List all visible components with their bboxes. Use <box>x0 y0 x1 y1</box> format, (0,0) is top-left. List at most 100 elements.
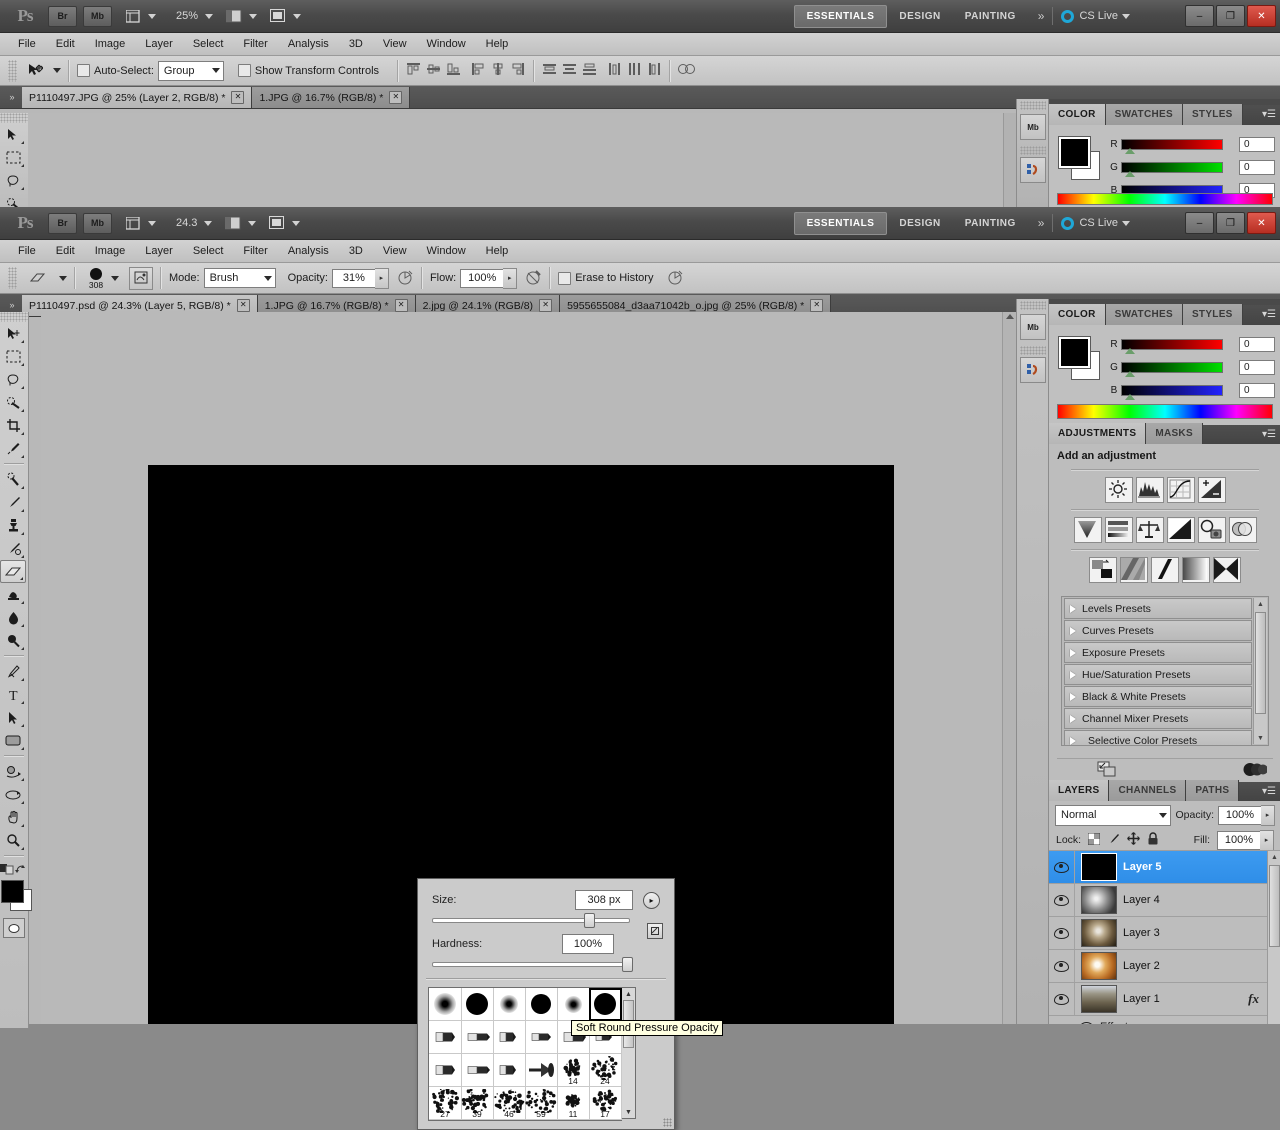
restore-button[interactable]: ❐ <box>1216 5 1245 27</box>
menu-window[interactable]: Window <box>417 38 476 50</box>
green-slider-thumb[interactable] <box>1125 371 1135 377</box>
minimize-button[interactable]: – <box>1185 5 1214 27</box>
brush-preset-cell[interactable] <box>429 1054 462 1087</box>
layer-visibility-toggle[interactable] <box>1049 950 1075 982</box>
distribute-horizontal-centers-icon[interactable] <box>627 62 642 79</box>
opacity-value[interactable]: 31% <box>332 269 375 288</box>
tool-lasso[interactable] <box>0 169 26 192</box>
lock-position-icon[interactable] <box>1127 832 1140 848</box>
menu-view[interactable]: View <box>373 245 417 257</box>
blend-mode-dropdown[interactable]: Normal <box>1055 805 1171 826</box>
view-extras-icon[interactable] <box>122 6 144 26</box>
blue-slider[interactable] <box>1121 385 1223 396</box>
tool-crop[interactable] <box>0 414 26 437</box>
panel-menu-icon[interactable]: ▾☰ <box>1262 430 1276 440</box>
presets-scroll-thumb[interactable] <box>1255 612 1266 714</box>
new-brush-preset-icon[interactable] <box>647 923 663 939</box>
brush-hardness-slider[interactable] <box>432 957 630 969</box>
panel-menu-icon[interactable]: ▾☰ <box>1262 310 1276 320</box>
brush-preset-picker[interactable]: 308 <box>83 267 109 290</box>
gradient-map-icon[interactable] <box>1182 557 1210 583</box>
menu-image[interactable]: Image <box>85 38 136 50</box>
threshold-icon[interactable] <box>1151 557 1179 583</box>
distribute-right-edges-icon[interactable] <box>647 62 662 79</box>
layer-row-2[interactable]: Layer 2 <box>1049 950 1280 983</box>
workspace-overflow-icon[interactable]: » <box>1028 9 1053 23</box>
brush-preset-cell[interactable]: 27 <box>429 1087 462 1120</box>
layers-scroll-thumb[interactable] <box>1269 865 1280 947</box>
document-tab-1[interactable]: 1.JPG @ 16.7% (RGB/8) * ✕ <box>252 87 410 108</box>
opacity-stepper[interactable]: ▸ <box>375 268 389 289</box>
tool-marquee[interactable] <box>0 146 26 169</box>
menu-3d[interactable]: 3D <box>339 38 373 50</box>
brush-hardness-field[interactable]: 100% <box>562 934 614 954</box>
history-panel-icon[interactable] <box>1020 357 1046 383</box>
flow-stepper[interactable]: ▸ <box>503 268 517 289</box>
arrange-caret-icon[interactable] <box>249 14 257 19</box>
menu-filter[interactable]: Filter <box>233 245 277 257</box>
tool-move[interactable] <box>0 322 26 345</box>
workspace-design[interactable]: DESIGN <box>887 6 952 27</box>
screen-mode-icon[interactable] <box>267 6 289 26</box>
black-white-icon[interactable] <box>1167 517 1195 543</box>
airbrush-icon[interactable] <box>525 269 542 288</box>
scroll-down-icon[interactable]: ▼ <box>625 1106 632 1118</box>
scroll-down-icon[interactable]: ▼ <box>1254 732 1267 744</box>
preset-curves[interactable]: Curves Presets <box>1064 620 1252 641</box>
menu-select[interactable]: Select <box>183 245 234 257</box>
brush-preset-cell[interactable] <box>493 988 526 1021</box>
foreground-color-swatch[interactable] <box>1059 337 1090 368</box>
brush-preset-cell[interactable] <box>493 1054 526 1087</box>
swap-colors-icon[interactable] <box>15 863 28 875</box>
mini-bridge-button[interactable]: Mb <box>83 6 112 27</box>
preset-black-white[interactable]: Black & White Presets <box>1064 686 1252 707</box>
zoom-caret-icon[interactable] <box>205 14 213 19</box>
brush-preset-cell[interactable]: 11 <box>557 1087 590 1120</box>
blue-slider-thumb[interactable] <box>1125 394 1135 400</box>
menu-analysis[interactable]: Analysis <box>278 38 339 50</box>
tool-quick-selection[interactable] <box>0 391 26 414</box>
brush-preset-cell[interactable] <box>461 988 494 1021</box>
layer-thumbnail[interactable] <box>1081 985 1117 1013</box>
brush-grid-scrollbar[interactable]: ▲ ▼ <box>622 987 636 1119</box>
toggle-brush-panel-icon[interactable] <box>129 267 153 290</box>
scroll-up-icon[interactable]: ▲ <box>625 988 632 1000</box>
menu-layer[interactable]: Layer <box>135 38 183 50</box>
close-icon[interactable]: ✕ <box>231 91 244 104</box>
layer-thumbnail[interactable] <box>1081 952 1117 980</box>
canvas-scrollbar-top[interactable] <box>1003 113 1016 207</box>
zoom-caret-icon[interactable] <box>204 221 212 226</box>
erase-to-history-checkbox[interactable] <box>558 272 571 285</box>
align-bottom-edges-icon[interactable] <box>446 62 461 79</box>
tablet-pressure-opacity-icon[interactable] <box>397 269 414 288</box>
close-button[interactable]: ✕ <box>1247 212 1276 234</box>
mini-bridge-panel-icon[interactable]: Mb <box>1020 314 1046 340</box>
red-value[interactable]: 0 <box>1239 337 1275 352</box>
foreground-color-swatch[interactable] <box>1059 137 1090 168</box>
channel-mixer-icon[interactable] <box>1229 517 1257 543</box>
adjustment-preview-icon[interactable] <box>1243 762 1267 780</box>
cs-live-menu[interactable]: CS Live <box>1061 10 1130 23</box>
auto-select-dropdown[interactable]: Group <box>158 61 224 81</box>
layer-thumbnail[interactable] <box>1081 919 1117 947</box>
tablet-pressure-size-icon[interactable] <box>667 269 684 288</box>
menu-file[interactable]: File <box>8 245 46 257</box>
tool-3d-orbit[interactable] <box>0 783 26 806</box>
preset-exposure[interactable]: Exposure Presets <box>1064 642 1252 663</box>
align-left-edges-icon[interactable] <box>471 62 486 79</box>
menu-help[interactable]: Help <box>476 245 519 257</box>
tool-hand[interactable] <box>0 806 26 829</box>
tab-paths[interactable]: PATHS <box>1186 780 1239 801</box>
layer-thumbnail[interactable] <box>1081 853 1117 881</box>
presets-scrollbar[interactable]: ▲ ▼ <box>1253 598 1267 744</box>
tool-move[interactable] <box>0 123 26 146</box>
brush-preset-cell[interactable] <box>429 1021 462 1054</box>
close-icon[interactable]: ✕ <box>395 299 408 312</box>
tool-eyedropper[interactable] <box>0 437 26 460</box>
brush-preset-cell[interactable]: 46 <box>493 1087 526 1120</box>
selective-color-icon[interactable] <box>1213 557 1241 583</box>
view-extras-caret-icon[interactable] <box>148 221 156 226</box>
tool-marquee[interactable] <box>0 345 26 368</box>
green-slider[interactable] <box>1121 162 1223 173</box>
move-tool-preset-caret-icon[interactable] <box>53 68 61 73</box>
